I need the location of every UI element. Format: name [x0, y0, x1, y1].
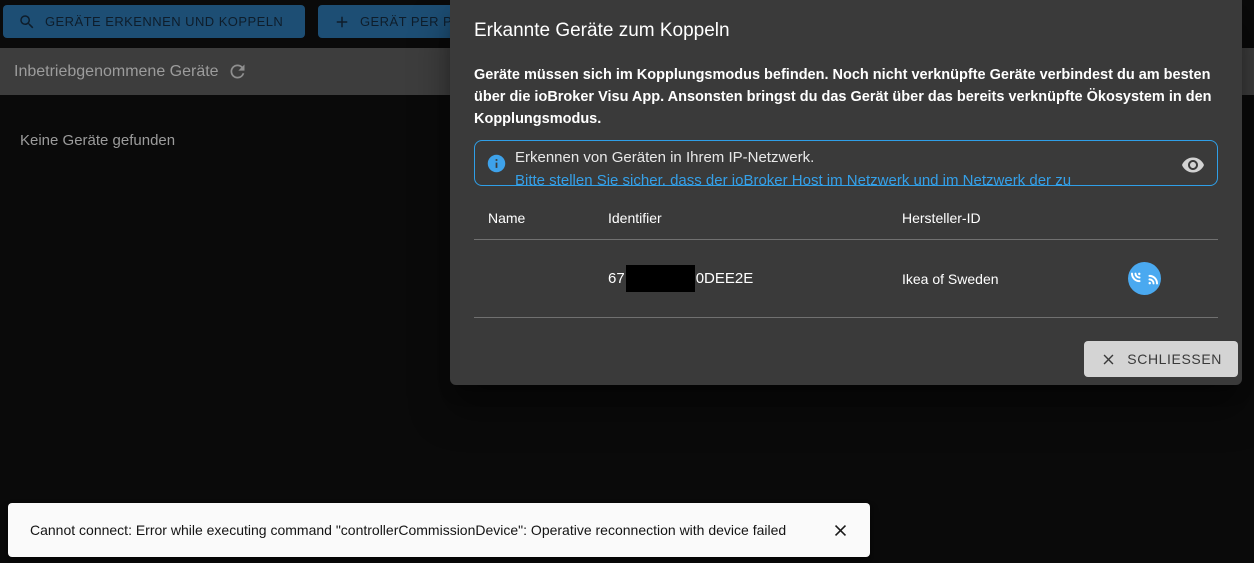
snackbar-close-button[interactable]	[825, 515, 856, 546]
close-icon	[1100, 351, 1117, 368]
plus-icon	[333, 13, 351, 31]
dialog-actions: SCHLIESSEN	[1084, 341, 1238, 377]
add-button-label: GERÄT PER PA	[360, 14, 461, 29]
info-line-2: Bitte stellen Sie sicher, dass der ioBro…	[515, 172, 1072, 186]
table-header-row: Name Identifier Hersteller-ID	[474, 196, 1218, 240]
identifier-suffix: 0DEE2E	[695, 270, 754, 287]
network-discovery-info-box: Erkennen von Geräten in Ihrem IP-Netzwer…	[474, 140, 1218, 186]
refresh-icon	[227, 61, 248, 82]
cell-identifier: 67 0DEE2E	[608, 265, 902, 292]
no-devices-text: Keine Geräte gefunden	[20, 132, 176, 149]
eye-icon	[1181, 153, 1205, 177]
col-header-vendor: Hersteller-ID	[902, 209, 981, 226]
info-line-1: Erkennen von Geräten in Ihrem IP-Netzwer…	[515, 149, 815, 166]
dialog-description: Geräte müssen sich im Kopplungsmodus bef…	[474, 67, 1212, 127]
detect-and-pair-button[interactable]: GERÄTE ERKENNEN UND KOPPELN	[3, 5, 305, 38]
close-icon	[831, 521, 850, 540]
wireless-pairing-icon	[1128, 262, 1161, 295]
search-icon	[18, 13, 36, 31]
redaction-box	[625, 265, 695, 292]
detected-devices-table: Name Identifier Hersteller-ID 67 0DEE2E …	[474, 196, 1218, 318]
error-snackbar: Cannot connect: Error while executing co…	[8, 503, 870, 557]
col-header-identifier: Identifier	[608, 209, 662, 226]
cell-vendor: Ikea of Sweden	[902, 270, 999, 287]
info-icon	[486, 153, 507, 179]
close-button-label: SCHLIESSEN	[1127, 351, 1222, 367]
dialog-title: Erkannte Geräte zum Koppeln	[474, 20, 730, 41]
identifier-prefix: 67	[608, 270, 625, 287]
refresh-button[interactable]	[223, 57, 252, 86]
toggle-details-button[interactable]	[1177, 149, 1209, 181]
col-header-name: Name	[488, 209, 526, 226]
detected-devices-dialog: Erkannte Geräte zum Koppeln Geräte müsse…	[450, 0, 1242, 385]
pair-device-button[interactable]	[1128, 262, 1161, 295]
close-dialog-button[interactable]: SCHLIESSEN	[1084, 341, 1238, 377]
snackbar-message: Cannot connect: Error while executing co…	[30, 522, 787, 538]
detect-button-label: GERÄTE ERKENNEN UND KOPPELN	[45, 14, 284, 29]
table-row: 67 0DEE2E Ikea of Sweden	[474, 240, 1218, 318]
commissioned-devices-label: Inbetriebgenommene Geräte	[14, 62, 219, 80]
